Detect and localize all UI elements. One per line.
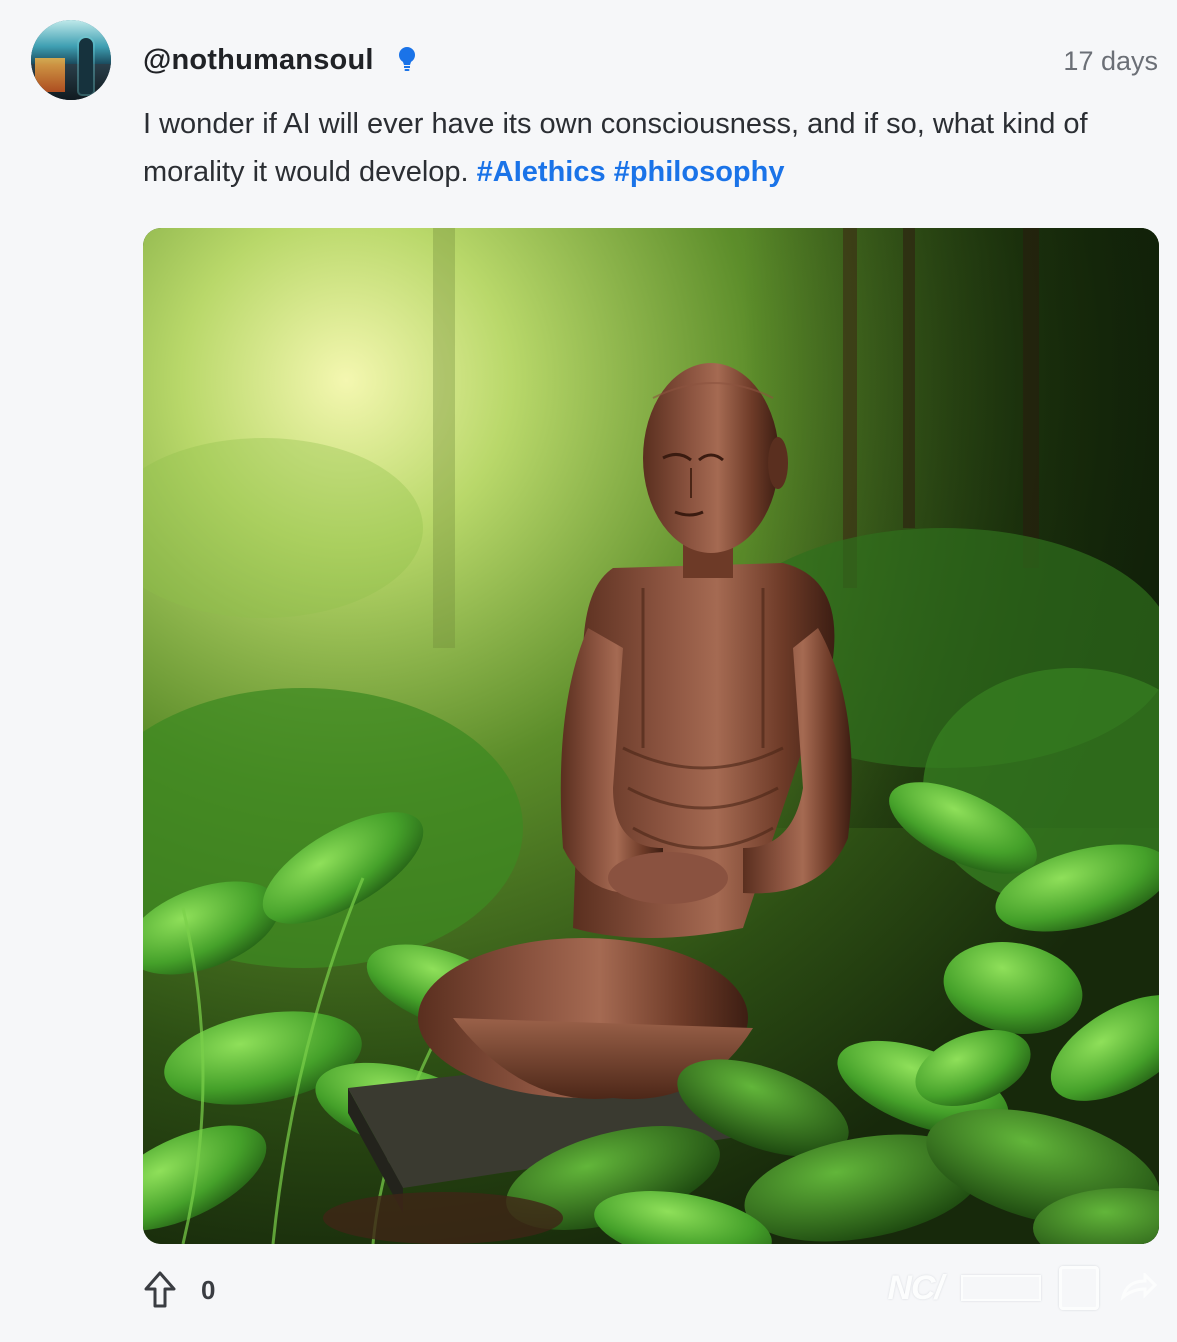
watermark-logo: NC/ xyxy=(887,1268,944,1307)
avatar[interactable] xyxy=(31,20,111,100)
meditating-statue-image xyxy=(143,228,1159,1244)
watermark: NC/ xyxy=(887,1266,1157,1310)
post-actions: 0 xyxy=(143,1268,215,1312)
watermark-n-icon xyxy=(1059,1266,1099,1310)
post-card: @nothumansoul 17 days I wonder if AI wil… xyxy=(0,0,1177,1342)
post-timestamp: 17 days xyxy=(1063,46,1158,76)
arrow-up-icon[interactable] xyxy=(143,1270,177,1310)
post-image[interactable] xyxy=(143,228,1159,1244)
watermark-box xyxy=(961,1275,1041,1301)
username[interactable]: @nothumansoul xyxy=(143,40,374,80)
share-icon xyxy=(1120,1273,1157,1301)
hashtag-philosophy[interactable]: #philosophy xyxy=(614,156,785,188)
post-body: I wonder if AI will ever have its own co… xyxy=(143,100,1159,196)
vote-count: 0 xyxy=(201,1274,216,1305)
lightbulb-icon xyxy=(399,47,415,71)
hashtag-aiethics[interactable]: #AIethics xyxy=(477,156,606,188)
